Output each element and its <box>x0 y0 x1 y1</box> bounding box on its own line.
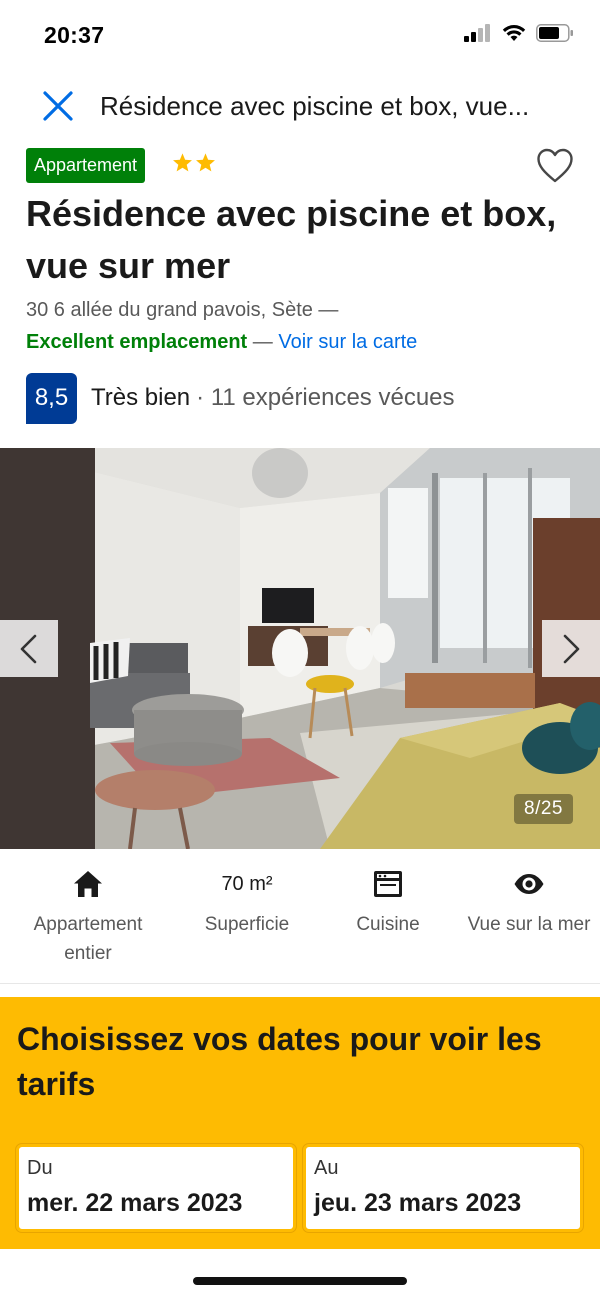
star-icon <box>196 153 215 172</box>
facility-label: Superficie <box>204 914 290 935</box>
facility-entire-apartment: Appartement entier <box>13 868 163 968</box>
star-icon <box>173 153 192 172</box>
facility-label: Appartement entier <box>33 914 143 964</box>
date-picker-panel: Choisissez vos dates pour voir les tarif… <box>0 997 600 1249</box>
header-title: Résidence avec piscine et box, vue... <box>100 91 530 121</box>
gallery-photo <box>0 448 600 849</box>
facilities-strip: Appartement entier 70 m² Superficie Cuis… <box>0 850 600 984</box>
facility-label: Vue sur la mer <box>467 914 591 935</box>
check-out-value: jeu. 23 mars 2023 <box>314 1189 522 1217</box>
battery-icon <box>536 24 573 42</box>
home-indicator[interactable] <box>193 1277 407 1285</box>
check-in-label: Du <box>27 1157 53 1179</box>
chevron-right-icon <box>563 634 580 663</box>
chevron-left-icon <box>20 634 37 663</box>
check-in-value: mer. 22 mars 2023 <box>27 1189 243 1217</box>
star-rating <box>172 152 216 173</box>
status-bar: 20:37 <box>0 0 600 72</box>
facility-size-value: 70 m² <box>221 873 273 895</box>
close-button[interactable] <box>38 86 78 126</box>
check-in-date-field[interactable]: Du mer. 22 mars 2023 <box>15 1143 297 1233</box>
location-rating: Excellent emplacement <box>26 331 248 353</box>
view-on-map-link[interactable]: Voir sur la carte <box>278 331 417 353</box>
facility-sea-view: Vue sur la mer <box>454 868 600 939</box>
heart-icon <box>537 148 573 183</box>
facility-label: Cuisine <box>356 914 420 935</box>
status-time: 20:37 <box>44 22 105 48</box>
facility-kitchen: Cuisine <box>313 868 463 939</box>
save-favorite-button[interactable] <box>536 148 574 186</box>
review-word: Très bien <box>91 384 191 411</box>
property-type-badge: Appartement <box>26 148 146 183</box>
eye-icon <box>514 874 544 894</box>
status-icons <box>464 24 574 42</box>
photo-gallery[interactable]: 8/25 <box>0 448 600 849</box>
location-separator: — <box>252 331 273 353</box>
dates-title: Choisissez vos dates pour voir les tarif… <box>17 1021 542 1102</box>
gallery-next-button[interactable] <box>542 620 600 677</box>
gallery-counter: 8/25 <box>514 794 573 824</box>
kitchen-icon <box>374 871 402 897</box>
cellular-signal-icon <box>464 24 490 42</box>
property-address: 30 6 allée du grand pavois, Sète — <box>26 299 339 321</box>
review-summary[interactable]: 8,5 Très bien · 11 expériences vécues <box>26 372 455 424</box>
wifi-icon <box>502 25 526 41</box>
house-icon <box>74 871 102 897</box>
facility-size: 70 m² Superficie <box>172 868 322 939</box>
location-line: Excellent emplacement — Voir sur la cart… <box>26 331 417 354</box>
review-score-badge: 8,5 <box>26 372 77 424</box>
check-out-label: Au <box>314 1157 339 1179</box>
gallery-prev-button[interactable] <box>0 620 58 677</box>
top-header: Résidence avec piscine et box, vue... <box>0 76 600 136</box>
check-out-date-field[interactable]: Au jeu. 23 mars 2023 <box>302 1143 584 1233</box>
property-title: Résidence avec piscine et box, vue sur m… <box>26 193 557 286</box>
close-icon <box>43 91 73 121</box>
review-count: · 11 expériences vécues <box>196 384 455 411</box>
